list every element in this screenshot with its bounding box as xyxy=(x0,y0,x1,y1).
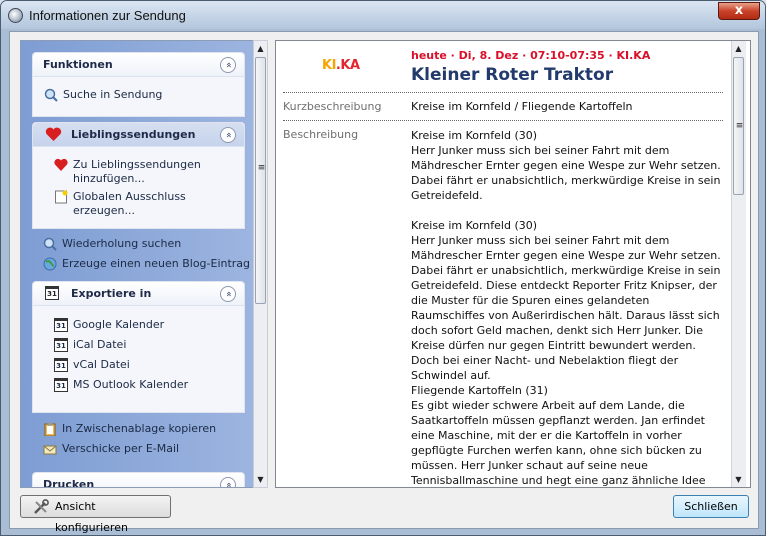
scroll-thumb[interactable] xyxy=(255,57,266,304)
export-vcal-label: vCal Datei xyxy=(73,358,130,371)
close-button[interactable]: Schließen xyxy=(673,495,749,518)
desc-label: Beschreibung xyxy=(283,128,359,141)
collapse-icon[interactable]: « xyxy=(220,286,236,302)
group-drucken-header[interactable]: Drucken « xyxy=(33,473,244,488)
heart-icon xyxy=(54,158,68,171)
search-icon xyxy=(44,88,58,102)
group-export-title: Exportiere in xyxy=(71,287,152,300)
blog-entry-label: Erzeuge einen neuen Blog-Eintrag xyxy=(62,257,251,270)
calendar-icon: 31 xyxy=(54,358,68,372)
group-export-header[interactable]: 31 Exportiere in « xyxy=(33,282,244,306)
group-funktionen-title: Funktionen xyxy=(43,58,113,71)
clipboard-icon xyxy=(44,422,56,436)
group-lieblings-title: Lieblingssendungen xyxy=(71,128,196,141)
copy-clipboard-label: In Zwischenablage kopieren xyxy=(62,422,217,435)
divider xyxy=(283,120,723,121)
group-funktionen-header[interactable]: Funktionen « xyxy=(33,53,244,77)
scroll-down-button[interactable]: ▼ xyxy=(732,472,745,487)
export-google-label: Google Kalender xyxy=(73,318,165,331)
globe-icon xyxy=(43,257,57,271)
mail-icon xyxy=(43,445,57,455)
calendar-icon: 31 xyxy=(54,338,68,352)
search-in-show-label: Suche in Sendung xyxy=(63,88,163,101)
title-bar[interactable]: Informationen zur Sendung x xyxy=(1,1,765,29)
dialog-window: Informationen zur Sendung x Funktionen «… xyxy=(0,0,766,536)
collapse-icon[interactable]: « xyxy=(220,477,236,487)
calendar-icon: 31 xyxy=(54,378,68,392)
send-email-label: Verschicke per E-Mail xyxy=(62,442,180,455)
group-lieblings: Lieblingssendungen « Zu Lieblingssendung… xyxy=(32,122,245,229)
channel-logo: KI.KA xyxy=(322,58,360,73)
repeat-search-label: Wiederholung suchen xyxy=(62,237,182,250)
collapse-icon[interactable]: « xyxy=(220,57,236,73)
group-drucken: Drucken « xyxy=(32,472,245,488)
program-info-panel: KI.KA heute · Di, 8. Dez · 07:10-07:35 ·… xyxy=(275,40,751,488)
document-icon xyxy=(55,190,68,204)
short-desc-label: Kurzbeschreibung xyxy=(283,100,382,113)
scroll-down-button[interactable]: ▼ xyxy=(254,472,267,487)
group-export: 31 Exportiere in « 31 Google Kalender 31… xyxy=(32,281,245,413)
broadcast-time: heute · Di, 8. Dez · 07:10-07:35 · KI.KA xyxy=(411,49,651,62)
app-icon xyxy=(8,8,23,23)
global-exclude-label: Globalen Ausschluss erzeugen... xyxy=(73,190,186,217)
group-lieblings-header[interactable]: Lieblingssendungen « xyxy=(33,123,244,147)
dialog-client: Funktionen « Suche in Sendung Lieblingss… xyxy=(9,31,759,534)
desc-value: Kreise im Kornfeld (30) Herr Junker muss… xyxy=(411,129,721,487)
program-title: Kleiner Roter Traktor xyxy=(411,65,614,85)
export-ical-label: iCal Datei xyxy=(73,338,127,351)
add-favorite-label: Zu Lieblingssendungen hinzufügen... xyxy=(73,158,201,185)
left-scrollbar[interactable]: ▲ ≡ ▼ xyxy=(253,40,268,488)
grip-icon: ≡ xyxy=(257,163,266,173)
heart-icon xyxy=(45,127,62,141)
scroll-up-button[interactable]: ▲ xyxy=(732,41,745,56)
configure-view-label: Ansicht konfigurieren xyxy=(55,500,128,534)
calendar-icon: 31 xyxy=(54,318,68,332)
functions-panel: Funktionen « Suche in Sendung Lieblingss… xyxy=(20,40,260,488)
window-title: Informationen zur Sendung xyxy=(29,8,186,23)
configure-view-button[interactable]: Ansicht konfigurieren xyxy=(20,495,171,534)
group-funktionen: Funktionen « Suche in Sendung xyxy=(32,52,245,117)
window-close-button[interactable]: x xyxy=(718,2,760,20)
search-icon xyxy=(43,237,57,251)
group-drucken-title: Drucken xyxy=(43,478,95,488)
collapse-icon[interactable]: « xyxy=(220,127,236,143)
export-outlook-label: MS Outlook Kalender xyxy=(73,378,189,391)
tools-icon xyxy=(34,499,49,514)
right-scrollbar[interactable]: ▲ ≡ ▼ xyxy=(731,41,746,487)
divider xyxy=(283,92,723,93)
short-desc-value: Kreise im Kornfeld / Fliegende Kartoffel… xyxy=(411,100,633,113)
calendar-icon: 31 xyxy=(45,286,59,300)
scroll-up-button[interactable]: ▲ xyxy=(254,41,267,56)
grip-icon: ≡ xyxy=(735,121,744,131)
